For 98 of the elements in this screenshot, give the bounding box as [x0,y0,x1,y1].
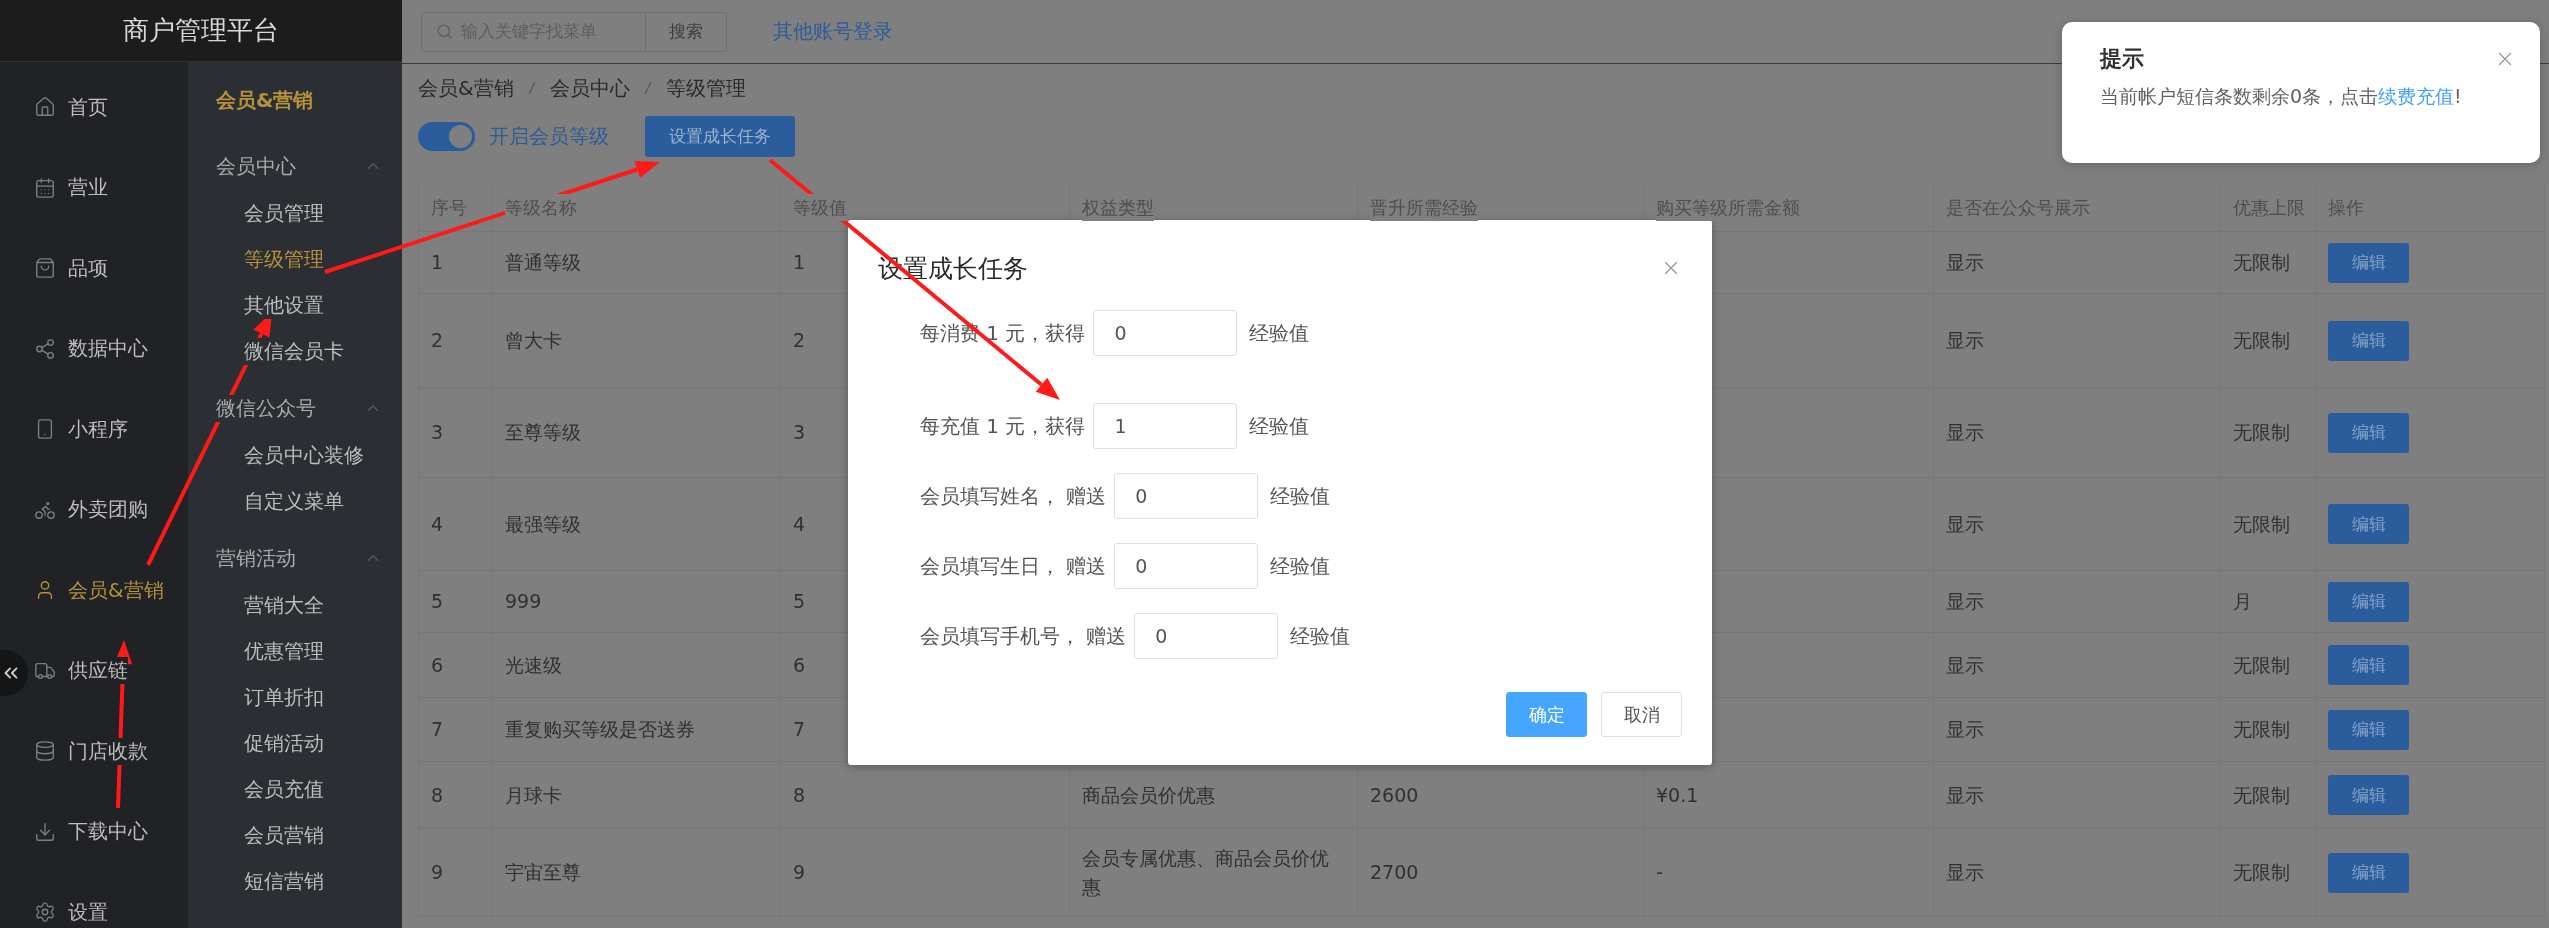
input-field[interactable]: 0 [1134,613,1279,659]
nav-item[interactable]: 供应链 [34,630,128,711]
table-cell-text: 普通等级 [505,250,581,276]
table-cell-text: 6 [431,652,444,678]
table-cell-text: 无限制 [2233,420,2290,446]
separator-icon [643,80,652,96]
field-label: 会员填写手机号， 赠送 [920,622,1127,650]
input-field[interactable]: 1 [1093,403,1238,449]
table-cell-text: 曾大卡 [505,328,562,354]
breadcrumb-item[interactable]: 等级管理 [665,74,746,102]
table-cell-text: 6 [793,652,806,678]
table-cell-text: 月 [2233,589,2252,615]
table-cell-text: 3 [793,420,806,446]
separator-icon [527,80,536,96]
nav-item[interactable]: 数据中心 [34,308,148,389]
table-cell-text: 无限制 [2233,652,2290,678]
nav-item[interactable]: 外卖团购 [34,469,148,550]
table-cell-text: 4 [431,511,444,537]
table-cell-text: 无限制 [2233,250,2290,276]
settings-icon [34,901,56,924]
table-cell-text: 8 [793,782,806,808]
table-cell-text: - [1656,860,1663,886]
table-cell-text: 显示 [1946,782,1984,808]
nav-item[interactable]: 品项 [34,228,108,309]
field-label: 每充值 1 元，获得 [920,412,1086,440]
table-cell-text: 最强等级 [505,511,581,537]
table-cell-text: 无限制 [2233,511,2290,537]
menu-item[interactable]: 微信会员卡 [244,337,344,365]
table-cell-text: 1 [793,250,806,276]
table-cell-text: 显示 [1946,511,1984,537]
table-cell-text: 7 [431,717,444,743]
table-cell-text: 8 [431,782,444,808]
search-icon [436,23,453,40]
table-cell-text: 至尊等级 [505,420,581,446]
unit-label: 经验值 [1270,552,1331,580]
table-cell-text: 光速级 [505,652,562,678]
table-cell-text: 显示 [1946,328,1984,354]
table-cell-text: 显示 [1946,717,1984,743]
nav-item[interactable]: 下载中心 [34,791,148,872]
toggle-label: 开启会员等级 [489,122,609,150]
field-label: 会员填写姓名， 赠送 [920,482,1107,510]
table-cell-text: 重复购买等级是否送券 [505,717,695,743]
calendar-icon [34,176,56,199]
menu-group[interactable]: 微信公众号 [216,394,316,422]
download-icon [34,820,56,843]
notification-title: 提示 [2100,45,2144,73]
table-cell-text: 月球卡 [505,782,562,808]
bag-icon [34,257,56,280]
table-cell-text: 999 [505,589,542,615]
table-cell-text: 无限制 [2233,717,2290,743]
section-title: 会员&营销 [215,86,315,114]
table-cell-text: 9 [431,860,444,886]
home-icon [34,96,56,119]
table-cell-text: 3 [431,420,444,446]
table-cell-text: 无限制 [2233,328,2290,354]
table-cell-text: 显示 [1946,250,1984,276]
nav-item[interactable]: 会员&营销 [34,550,164,631]
breadcrumb-item[interactable]: 会员&营销 [418,74,514,102]
toggle-switch[interactable] [418,121,475,151]
input-field[interactable]: 0 [1093,310,1238,356]
table-cell-text: 无限制 [2233,860,2290,886]
share-icon [34,337,56,360]
nav-item[interactable]: 小程序 [34,389,128,470]
table-cell-text: 2700 [1370,860,1419,886]
table-cell-text: 显示 [1946,860,1984,886]
unit-label: 经验值 [1249,319,1310,347]
table-cell-text: 商品会员价优惠 [1082,782,1215,808]
table-cell-text: 无限制 [2233,782,2290,808]
table-cell-text: 2600 [1370,782,1419,808]
table-cell-text: ¥0.1 [1656,782,1699,808]
table-cell-text: 显示 [1946,589,1984,615]
table-cell-text: 显示 [1946,652,1984,678]
unit-label: 经验值 [1290,622,1351,650]
table-cell-text: 9 [793,860,806,886]
field-label: 会员填写生日， 赠送 [920,552,1107,580]
nav-item[interactable]: 首页 [34,67,108,148]
table-cell-text: 4 [793,511,806,537]
notification-message: 当前帐户短信条数剩余0条，点击续费充值! [2100,84,2463,109]
unit-label: 经验值 [1270,482,1331,510]
nav-item[interactable]: 营业 [34,147,108,228]
cancel-button[interactable]: 取消 [1601,692,1682,737]
table-cell-text: 5 [793,589,806,615]
input-field[interactable]: 0 [1114,473,1259,519]
table-cell-text: 会员专属优惠、商品会员价优惠 [1082,846,1330,900]
table-cell-text: 2 [431,328,444,354]
table-cell-text: 2 [793,328,806,354]
table-cell-text: 5 [431,589,444,615]
database-icon [34,740,56,763]
table-cell-text: 7 [793,717,806,743]
table-cell-text: 宇宙至尊 [505,860,581,886]
table-cell-text: 显示 [1946,420,1984,446]
nav-item[interactable]: 设置 [34,872,108,928]
table-cell-text: 1 [431,250,444,276]
brand-title: 商户管理平台 [0,0,402,62]
input-field[interactable]: 0 [1114,543,1259,589]
unit-label: 经验值 [1249,412,1310,440]
nav-item[interactable]: 门店收款 [34,711,148,792]
breadcrumb-item[interactable]: 会员中心 [549,74,630,102]
